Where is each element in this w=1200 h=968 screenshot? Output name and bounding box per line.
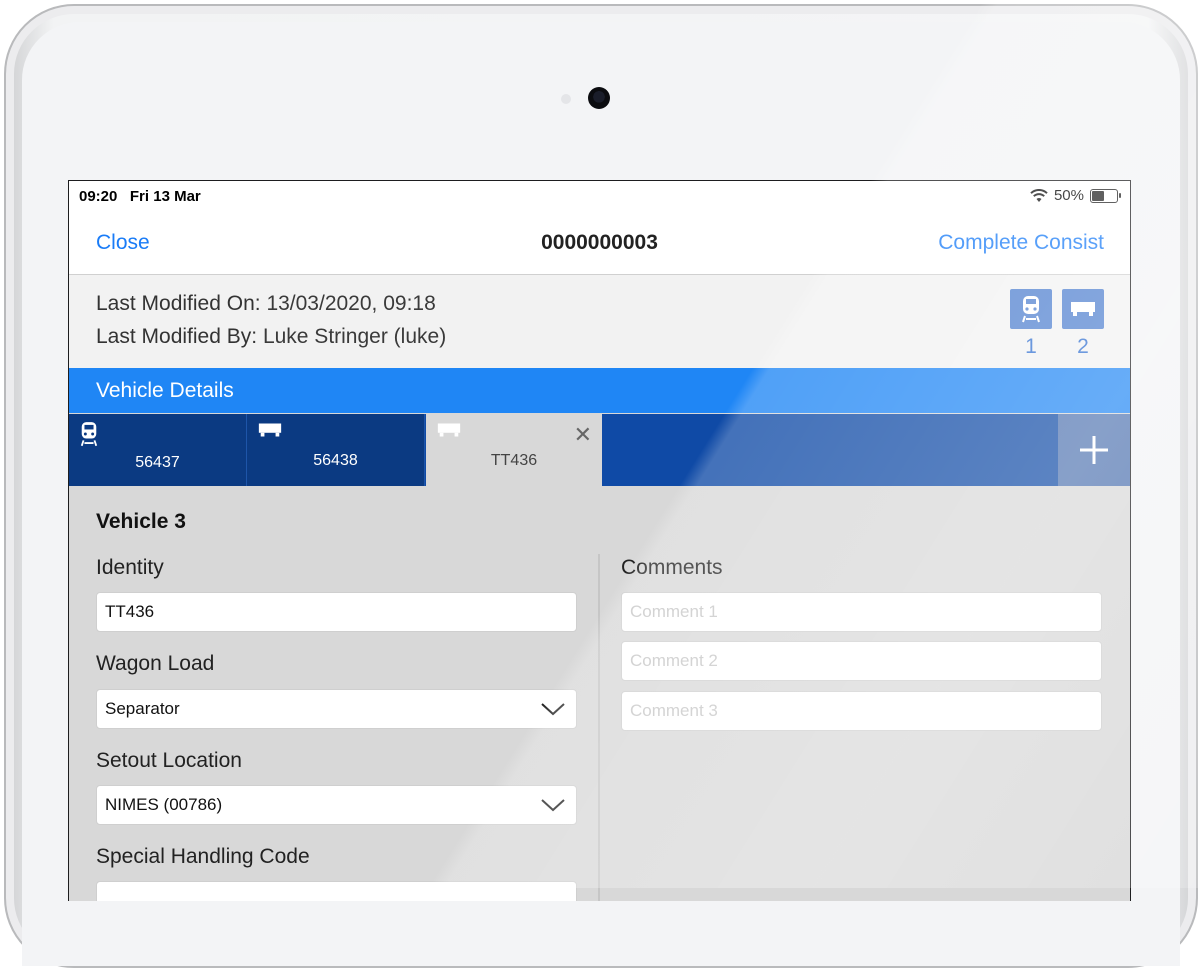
identity-field[interactable]: TT436	[96, 592, 577, 632]
status-right: 50%	[1030, 187, 1121, 204]
setout-location-value: NIMES (00786)	[105, 795, 223, 814]
status-bar: 09:20 Fri 13 Mar 50%	[69, 181, 1130, 211]
comment-2-field[interactable]: Comment 2	[621, 641, 1102, 681]
setout-location-select[interactable]: NIMES (00786)	[96, 785, 577, 825]
locomotive-icon	[1010, 289, 1052, 329]
vehicle-form: Vehicle 3 Identity TT436 Wagon Load Sepa…	[69, 486, 1130, 901]
locomotive-icon	[80, 422, 98, 447]
wagon-icon	[437, 423, 461, 437]
close-tab-icon[interactable]: ✕	[574, 422, 592, 448]
chevron-down-icon	[541, 703, 565, 716]
complete-consist-button[interactable]: Complete Consist	[938, 231, 1104, 255]
wifi-icon	[1030, 188, 1048, 202]
section-header: Vehicle Details	[69, 368, 1130, 413]
locomotive-count[interactable]: 1	[1010, 289, 1052, 359]
wagon-load-label: Wagon Load	[96, 652, 215, 675]
tab-vehicle-56437[interactable]: 56437	[69, 414, 247, 486]
identity-label: Identity	[96, 556, 164, 579]
column-divider	[598, 554, 600, 901]
tab-vehicle-56438[interactable]: 56438	[247, 414, 425, 486]
ambient-sensor	[561, 94, 571, 104]
add-vehicle-button[interactable]	[1058, 414, 1130, 486]
identity-value: TT436	[105, 602, 155, 621]
navigation-bar: Close 0000000003 Complete Consist	[69, 211, 1130, 275]
app-screen: 09:20 Fri 13 Mar 50% Close 0000000003 Co…	[68, 180, 1131, 901]
status-time-value: 09:20	[79, 188, 118, 205]
close-button[interactable]: Close	[96, 231, 150, 255]
tab-vehicle-tt436[interactable]: TT436 ✕	[426, 414, 602, 486]
vehicle-tabs: 56437 56438 TT436 ✕	[69, 414, 1130, 486]
last-modified-by-value: Luke Stringer (luke)	[262, 325, 447, 348]
battery-icon	[1090, 188, 1121, 203]
tab-label: 56437	[135, 454, 180, 471]
comment-1-placeholder: Comment 1	[630, 602, 718, 621]
last-modified-on-label: Last Modified On:	[96, 292, 261, 315]
battery-percent: 50%	[1053, 187, 1084, 204]
chevron-down-icon	[541, 799, 565, 812]
tab-label: 56438	[313, 452, 358, 469]
special-handling-code-label: Special Handling Code	[96, 845, 310, 868]
last-modified-by-label: Last Modified By:	[96, 325, 258, 348]
comment-3-placeholder: Comment 3	[630, 701, 718, 720]
wagon-load-value: Separator	[105, 699, 180, 718]
status-time: 09:20 Fri 13 Mar	[79, 188, 201, 205]
last-modified-on-value: 13/03/2020, 09:18	[266, 292, 436, 315]
comment-2-placeholder: Comment 2	[630, 651, 718, 670]
vehicle-counts: 1 2	[1010, 289, 1104, 359]
wagon-count-value: 2	[1077, 335, 1089, 358]
wagon-icon	[258, 423, 282, 437]
wagon-load-select[interactable]: Separator	[96, 689, 577, 729]
special-handling-code-field[interactable]	[96, 881, 577, 901]
last-modified-on: Last Modified On: 13/03/2020, 09:18	[96, 292, 436, 316]
plus-icon	[1080, 436, 1108, 464]
front-camera	[588, 87, 610, 109]
status-date: Fri 13 Mar	[129, 188, 201, 205]
locomotive-count-value: 1	[1025, 335, 1037, 358]
last-modified-by: Last Modified By: Luke Stringer (luke)	[96, 325, 446, 349]
section-title: Vehicle Details	[96, 379, 234, 402]
comment-3-field[interactable]: Comment 3	[621, 691, 1102, 731]
comment-1-field[interactable]: Comment 1	[621, 592, 1102, 632]
modification-info: Last Modified On: 13/03/2020, 09:18 Last…	[69, 275, 1130, 368]
wagon-icon	[1062, 289, 1104, 329]
wagon-count[interactable]: 2	[1062, 289, 1104, 359]
vehicle-title: Vehicle 3	[96, 510, 186, 533]
comments-label: Comments	[621, 556, 723, 579]
setout-location-label: Setout Location	[96, 749, 242, 772]
tab-label: TT436	[490, 452, 538, 469]
